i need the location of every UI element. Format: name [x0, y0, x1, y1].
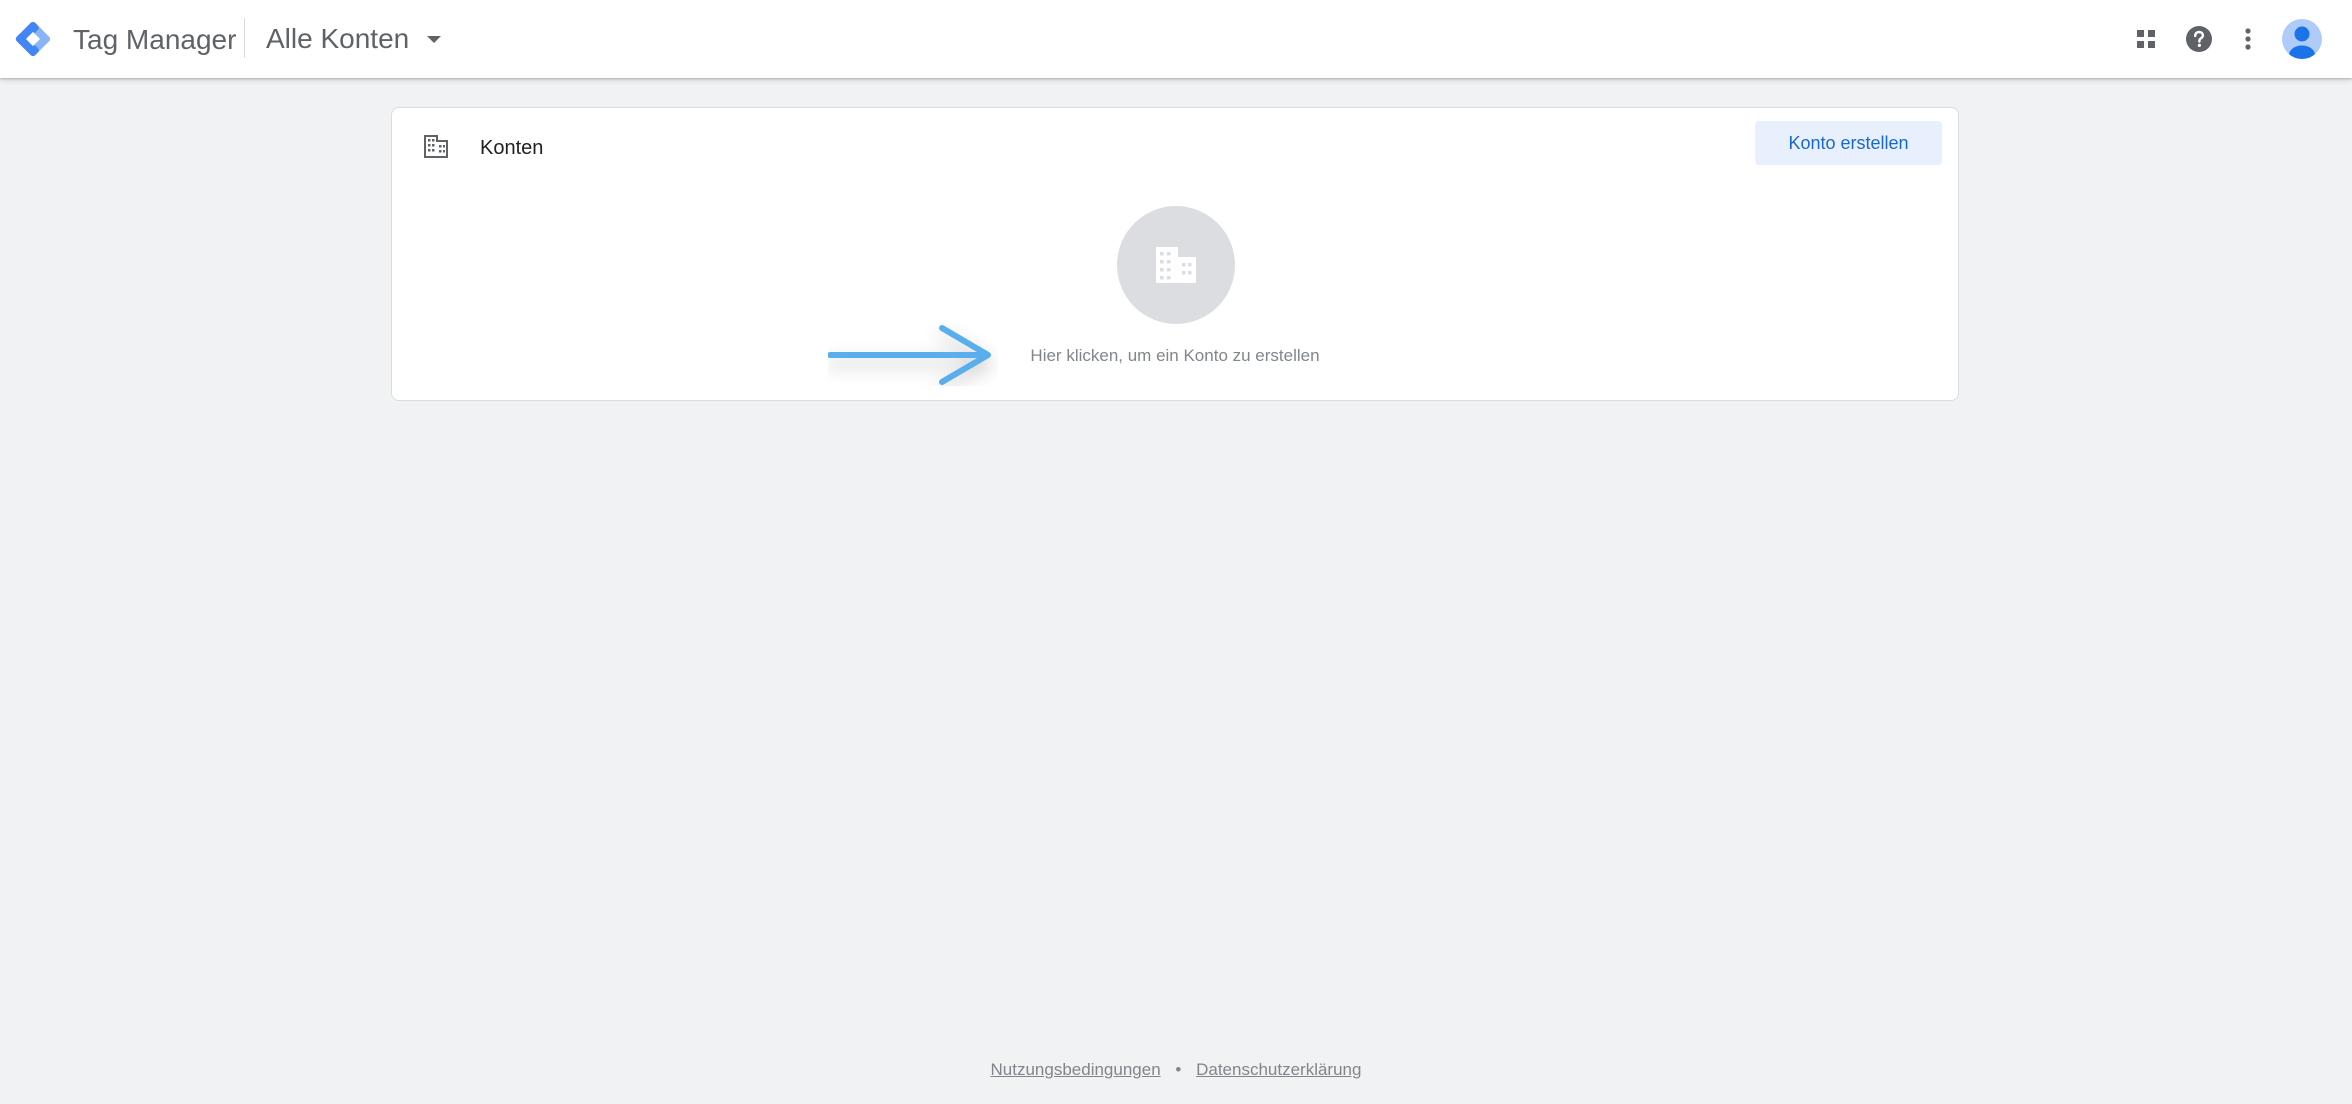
app-bar: Tag Manager Alle Konten — [0, 0, 2352, 78]
account-picker[interactable]: Alle Konten — [258, 16, 449, 62]
more-vert-glyph — [2245, 28, 2251, 50]
empty-state-text[interactable]: Hier klicken, um ein Konto zu erstellen — [392, 345, 1958, 367]
more-vert-icon[interactable] — [2228, 19, 2268, 59]
product-name[interactable]: Tag Manager — [73, 22, 236, 58]
tag-manager-logo-icon[interactable] — [14, 20, 52, 58]
help-glyph — [2186, 26, 2212, 52]
header-divider — [244, 18, 245, 58]
footer-separator: • — [1175, 1060, 1182, 1079]
arrow-right-icon — [828, 325, 991, 385]
account-picker-label: Alle Konten — [266, 23, 410, 54]
terms-link[interactable]: Nutzungsbedingungen — [991, 1060, 1161, 1079]
footer: Nutzungsbedingungen • Datenschutzerkläru… — [0, 1058, 2352, 1082]
apps-grid-icon[interactable] — [2126, 19, 2166, 59]
card-title: Konten — [480, 137, 544, 159]
apps-grid-glyph — [2137, 30, 2155, 48]
accounts-card: Konten Konto erstellen Hier klicken, um … — [391, 107, 1959, 401]
chevron-down-icon — [427, 35, 442, 43]
avatar-glyph — [2289, 26, 2315, 59]
create-account-button[interactable]: Konto erstellen — [1755, 121, 1942, 165]
privacy-link[interactable]: Datenschutzerklärung — [1196, 1060, 1361, 1079]
account-avatar-icon[interactable] — [2282, 19, 2322, 59]
building-icon — [424, 135, 448, 158]
building-empty-icon — [1156, 247, 1196, 283]
empty-state-button[interactable] — [1117, 206, 1235, 324]
help-icon[interactable] — [2179, 19, 2219, 59]
